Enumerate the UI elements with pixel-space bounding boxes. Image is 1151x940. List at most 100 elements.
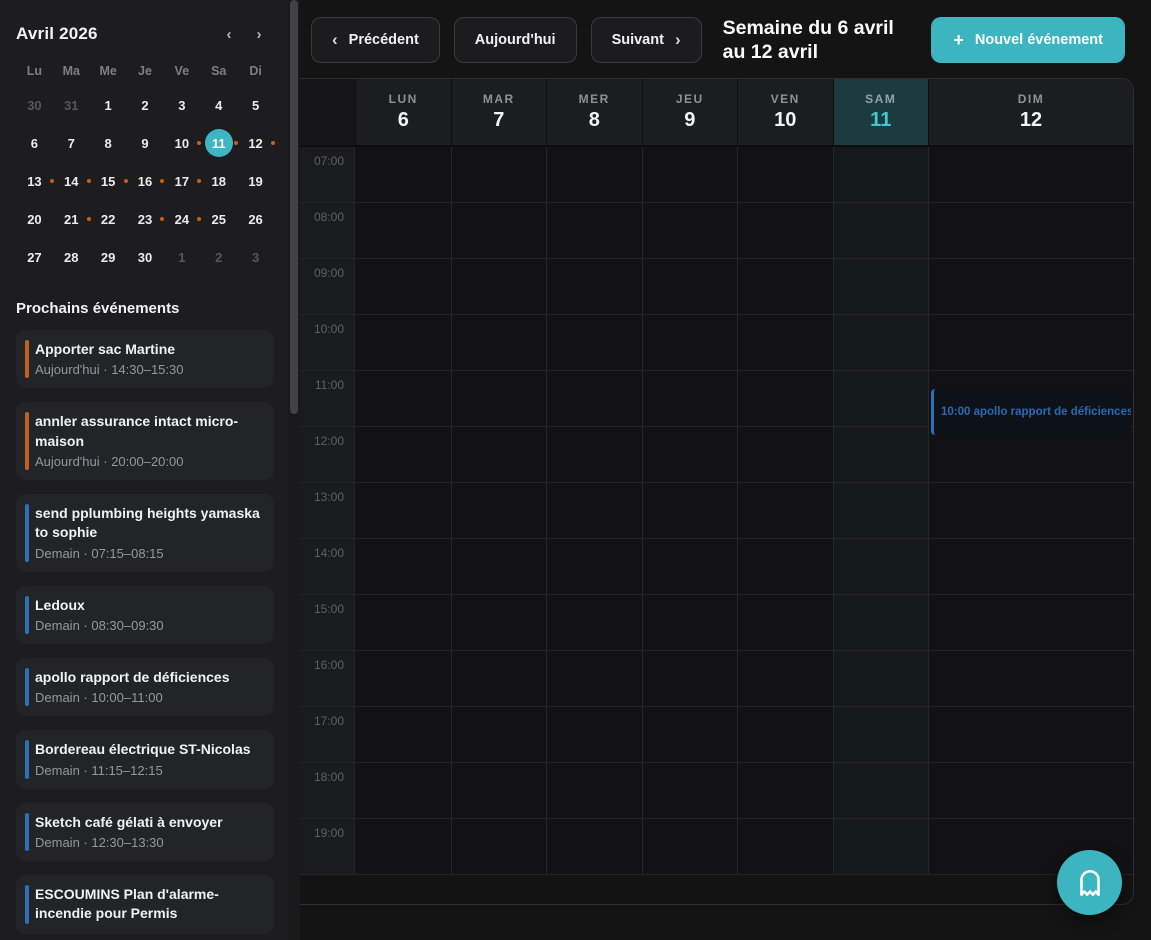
mini-calendar-day[interactable]: 23 bbox=[127, 200, 164, 238]
day-slot[interactable] bbox=[546, 147, 642, 203]
day-slot[interactable] bbox=[833, 259, 929, 315]
day-slot[interactable] bbox=[737, 371, 833, 427]
day-slot[interactable] bbox=[451, 203, 547, 259]
day-slot[interactable] bbox=[546, 819, 642, 875]
mini-calendar-day[interactable]: 13 bbox=[16, 162, 53, 200]
day-slot[interactable] bbox=[642, 259, 738, 315]
mini-calendar-day[interactable]: 2 bbox=[127, 86, 164, 124]
sidebar-scrollbar[interactable] bbox=[288, 0, 300, 940]
sidebar-scrollbar-thumb[interactable] bbox=[290, 0, 298, 414]
day-slot[interactable] bbox=[546, 203, 642, 259]
day-slot[interactable] bbox=[451, 539, 547, 595]
event-card[interactable]: Sketch café gélati à envoyerDemain · 12:… bbox=[16, 803, 274, 861]
day-slot[interactable] bbox=[355, 707, 451, 763]
day-slot[interactable] bbox=[642, 539, 738, 595]
day-slot[interactable] bbox=[642, 315, 738, 371]
day-slot[interactable] bbox=[355, 371, 451, 427]
day-slot[interactable] bbox=[737, 651, 833, 707]
event-card[interactable]: ESCOUMINS Plan d'alarme-incendie pour Pe… bbox=[16, 875, 274, 935]
day-slot[interactable] bbox=[833, 315, 929, 371]
event-card[interactable]: apollo rapport de déficiencesDemain · 10… bbox=[16, 658, 274, 716]
day-slot[interactable] bbox=[355, 595, 451, 651]
day-slot[interactable] bbox=[737, 595, 833, 651]
mini-calendar-day[interactable]: 18 bbox=[200, 162, 237, 200]
event-card[interactable]: annler assurance intact micro-maisonAujo… bbox=[16, 402, 274, 480]
day-slot[interactable] bbox=[833, 707, 929, 763]
day-slot[interactable] bbox=[833, 651, 929, 707]
day-slot[interactable] bbox=[928, 483, 1133, 539]
day-slot[interactable] bbox=[928, 651, 1133, 707]
assistant-fab-button[interactable] bbox=[1057, 850, 1122, 915]
mini-calendar-day[interactable]: 27 bbox=[16, 238, 53, 276]
day-slot[interactable] bbox=[546, 371, 642, 427]
mini-calendar-day[interactable]: 25 bbox=[200, 200, 237, 238]
day-slot[interactable] bbox=[642, 203, 738, 259]
day-slot[interactable] bbox=[546, 259, 642, 315]
mini-calendar-day[interactable]: 17 bbox=[163, 162, 200, 200]
mini-calendar-day[interactable]: 1 bbox=[90, 86, 127, 124]
mini-calendar-day[interactable]: 1 bbox=[163, 238, 200, 276]
day-slot[interactable] bbox=[833, 539, 929, 595]
event-card[interactable]: send pplumbing heights yamaska to sophie… bbox=[16, 494, 274, 572]
day-slot[interactable] bbox=[928, 147, 1133, 203]
day-slot[interactable] bbox=[737, 427, 833, 483]
day-slot[interactable] bbox=[737, 539, 833, 595]
day-slot[interactable] bbox=[928, 315, 1133, 371]
day-slot[interactable] bbox=[546, 427, 642, 483]
day-slot[interactable] bbox=[737, 819, 833, 875]
mini-calendar-day[interactable]: 5 bbox=[237, 86, 274, 124]
mini-calendar-day[interactable]: 9 bbox=[127, 124, 164, 162]
mini-calendar-day[interactable]: 29 bbox=[90, 238, 127, 276]
day-slot[interactable] bbox=[928, 539, 1133, 595]
day-slot[interactable] bbox=[737, 707, 833, 763]
event-card[interactable]: Apporter sac MartineAujourd'hui · 14:30–… bbox=[16, 330, 274, 388]
mini-calendar-day[interactable]: 14 bbox=[53, 162, 90, 200]
day-slot[interactable] bbox=[355, 763, 451, 819]
mini-calendar-day[interactable]: 10 bbox=[163, 124, 200, 162]
day-slot[interactable] bbox=[833, 203, 929, 259]
day-slot[interactable] bbox=[451, 427, 547, 483]
mini-calendar-day[interactable]: 30 bbox=[127, 238, 164, 276]
day-slot[interactable] bbox=[546, 595, 642, 651]
mini-calendar-day[interactable]: 8 bbox=[90, 124, 127, 162]
day-slot[interactable] bbox=[833, 483, 929, 539]
day-slot[interactable] bbox=[928, 203, 1133, 259]
mini-calendar-day[interactable]: 19 bbox=[237, 162, 274, 200]
day-slot[interactable] bbox=[737, 315, 833, 371]
day-slot[interactable] bbox=[546, 651, 642, 707]
day-slot[interactable] bbox=[833, 427, 929, 483]
mini-calendar-day[interactable]: 28 bbox=[53, 238, 90, 276]
mini-calendar-day[interactable]: 15 bbox=[90, 162, 127, 200]
event-card[interactable]: LedouxDemain · 08:30–09:30 bbox=[16, 586, 274, 644]
day-slot[interactable] bbox=[642, 371, 738, 427]
day-slot[interactable] bbox=[451, 483, 547, 539]
day-slot[interactable] bbox=[546, 763, 642, 819]
day-slot[interactable] bbox=[737, 763, 833, 819]
next-week-button[interactable]: Suivant › bbox=[591, 17, 702, 63]
day-slot[interactable] bbox=[928, 595, 1133, 651]
mini-calendar-day[interactable]: 6 bbox=[16, 124, 53, 162]
mini-calendar-day[interactable]: 20 bbox=[16, 200, 53, 238]
day-slot[interactable] bbox=[642, 427, 738, 483]
day-slot[interactable] bbox=[451, 259, 547, 315]
day-slot[interactable] bbox=[928, 707, 1133, 763]
day-slot[interactable] bbox=[355, 259, 451, 315]
calendar-event[interactable]: 10:00 apollo rapport de déficiences bbox=[931, 389, 1131, 435]
day-slot[interactable] bbox=[451, 315, 547, 371]
mini-calendar-day[interactable]: 31 bbox=[53, 86, 90, 124]
new-event-button[interactable]: + Nouvel événement bbox=[931, 17, 1125, 63]
day-slot[interactable] bbox=[451, 763, 547, 819]
day-slot[interactable] bbox=[833, 371, 929, 427]
mini-calendar-day[interactable]: 3 bbox=[163, 86, 200, 124]
day-slot[interactable] bbox=[928, 763, 1133, 819]
mini-calendar-day[interactable]: 4 bbox=[200, 86, 237, 124]
day-slot[interactable] bbox=[355, 147, 451, 203]
day-slot[interactable] bbox=[642, 147, 738, 203]
day-slot[interactable] bbox=[546, 483, 642, 539]
day-slot[interactable] bbox=[355, 203, 451, 259]
day-slot[interactable] bbox=[737, 259, 833, 315]
day-slot[interactable] bbox=[642, 651, 738, 707]
day-slot[interactable] bbox=[451, 707, 547, 763]
mini-calendar-day[interactable]: 22 bbox=[90, 200, 127, 238]
day-slot[interactable] bbox=[737, 483, 833, 539]
